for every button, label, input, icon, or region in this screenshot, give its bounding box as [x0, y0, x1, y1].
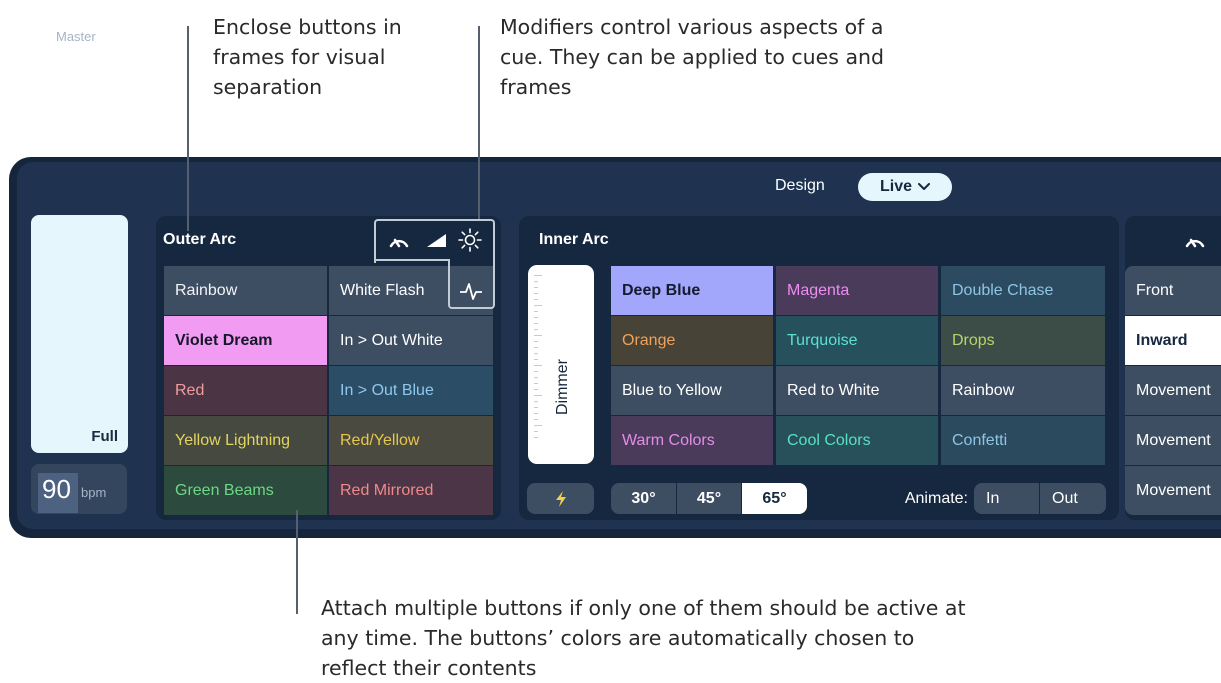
dimmer-tick — [534, 299, 538, 300]
button-inward[interactable]: Inward — [1125, 316, 1221, 365]
button-confetti[interactable]: Confetti — [941, 416, 1105, 465]
angle-45-button[interactable]: 45° — [677, 483, 741, 514]
button-movement[interactable]: Movement — [1125, 366, 1221, 415]
dimmer-tick — [534, 329, 538, 330]
master-fader[interactable]: Full — [31, 215, 128, 453]
button-cool-colors[interactable]: Cool Colors — [776, 416, 938, 465]
attach-leader-line — [296, 510, 298, 614]
dimmer-tick — [534, 341, 538, 342]
modifiers-note: Modifiers control various aspects of a c… — [500, 15, 885, 99]
button-red[interactable]: Red — [164, 366, 327, 415]
dimmer-tick — [534, 359, 538, 360]
button-in-out-white[interactable]: In > Out White — [329, 316, 493, 365]
animate-label: Animate: — [904, 489, 968, 507]
inner-arc-title: Inner Arc — [539, 231, 609, 248]
master-label: Master — [56, 29, 96, 44]
frames-note: Enclose buttons in frames for visual sep… — [213, 15, 402, 99]
button-front[interactable]: Front — [1125, 266, 1221, 315]
button-magenta[interactable]: Magenta — [776, 266, 938, 315]
button-warm-colors[interactable]: Warm Colors — [611, 416, 773, 465]
mode-dropdown[interactable]: Live — [858, 173, 952, 201]
dimmer-tick — [534, 311, 538, 312]
modifiers-leader-line — [478, 26, 480, 219]
bpm-value: 90 — [42, 474, 71, 504]
dimmer-tick — [534, 437, 538, 438]
dimmer-tick — [534, 275, 542, 276]
dimmer-tick — [534, 419, 538, 420]
button-rainbow[interactable]: Rainbow — [164, 266, 327, 315]
button-rainbow-inner[interactable]: Rainbow — [941, 366, 1105, 415]
button-movement[interactable]: Movement — [1125, 416, 1221, 465]
button-red-to-white[interactable]: Red to White — [776, 366, 938, 415]
dimmer-tick — [534, 425, 542, 426]
outer-arc-title: Outer Arc — [163, 231, 237, 248]
dimmer-tick — [534, 401, 538, 402]
angle-30-button[interactable]: 30° — [611, 483, 676, 514]
dimmer-tick — [534, 407, 538, 408]
flash-button[interactable] — [527, 483, 594, 514]
button-movement[interactable]: Movement — [1125, 466, 1221, 515]
dimmer-tick — [534, 287, 538, 288]
dimmer-tick — [534, 395, 542, 396]
dimmer-tick — [534, 305, 542, 306]
frames-leader-line — [187, 26, 189, 231]
button-green-beams[interactable]: Green Beams — [164, 466, 327, 515]
angle-65-button[interactable]: 65° — [742, 483, 807, 514]
button-red-mirrored[interactable]: Red Mirrored — [329, 466, 493, 515]
bpm-unit: bpm — [81, 485, 107, 500]
button-red-yellow[interactable]: Red/Yellow — [329, 416, 493, 465]
mode-selected-value: Live — [879, 178, 912, 195]
speed-gauge-icon[interactable] — [1183, 229, 1207, 251]
button-drops[interactable]: Drops — [941, 316, 1105, 365]
lightning-icon — [555, 490, 566, 507]
button-orange[interactable]: Orange — [611, 316, 773, 365]
dimmer-tick — [534, 371, 538, 372]
animate-out-button[interactable]: Out — [1040, 483, 1106, 514]
bpm-control[interactable]: 90 bpm — [31, 464, 127, 514]
button-violet-dream[interactable]: Violet Dream — [164, 316, 327, 365]
dimmer-tick — [534, 383, 538, 384]
modifiers-callout — [374, 219, 495, 263]
modifiers-callout-lower — [448, 261, 495, 309]
dimmer-tick — [534, 389, 538, 390]
dimmer-tick — [534, 317, 538, 318]
dimmer-tick — [534, 365, 542, 366]
dimmer-tick — [534, 347, 538, 348]
button-yellow-lightning[interactable]: Yellow Lightning — [164, 416, 327, 465]
dimmer-tick — [534, 335, 542, 336]
attach-note: Attach multiple buttons if only one of t… — [321, 596, 966, 680]
button-double-chase[interactable]: Double Chase — [941, 266, 1105, 315]
chevron-down-icon — [918, 183, 930, 190]
dimmer-label: Dimmer — [554, 359, 571, 415]
button-deep-blue[interactable]: Deep Blue — [611, 266, 773, 315]
button-turquoise[interactable]: Turquoise — [776, 316, 938, 365]
dimmer-tick — [534, 413, 538, 414]
button-blue-to-yellow[interactable]: Blue to Yellow — [611, 366, 773, 415]
dimmer-tick — [534, 323, 538, 324]
callout-joint — [374, 259, 450, 261]
dimmer-tick — [534, 431, 538, 432]
animate-in-button[interactable]: In — [974, 483, 1039, 514]
dimmer-tick — [534, 281, 538, 282]
button-in-out-blue[interactable]: In > Out Blue — [329, 366, 493, 415]
dimmer-fader[interactable]: Dimmer — [528, 265, 594, 464]
dimmer-tick — [534, 293, 538, 294]
dimmer-tick — [534, 377, 538, 378]
design-label: Design — [775, 177, 825, 194]
master-fader-value: Full — [91, 428, 118, 445]
dimmer-tick — [534, 353, 538, 354]
